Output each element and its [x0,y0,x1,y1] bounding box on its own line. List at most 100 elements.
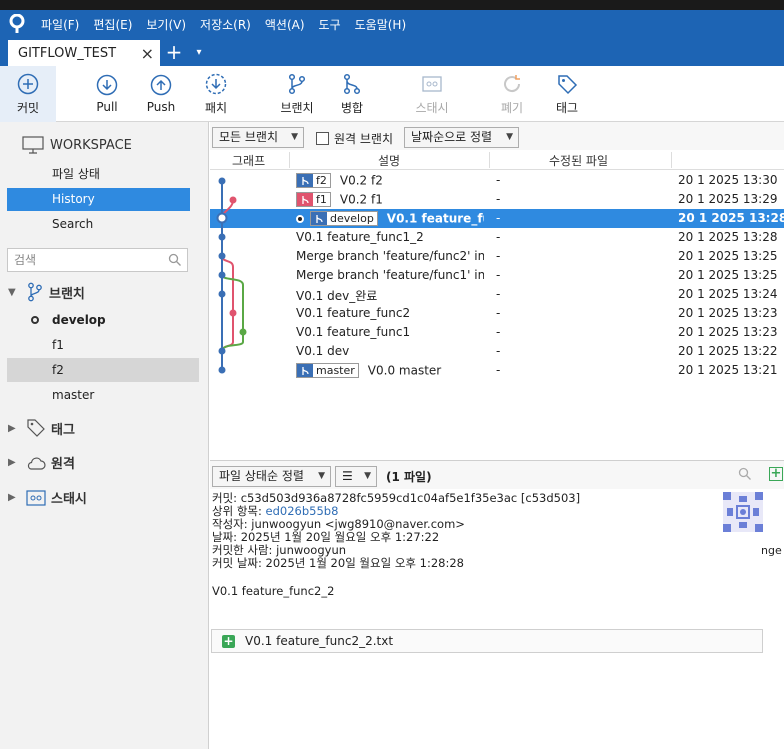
table-row[interactable]: V0.1 feature_func1_2 - 20 1 2025 13:28 [210,228,784,247]
commit-changes: - [496,325,501,339]
sidebar-item-branch-f1[interactable]: f1 [7,333,199,357]
table-row[interactable]: V0.1 dev_완료 - 20 1 2025 13:24 [210,285,784,304]
sidebar-item-branch-develop[interactable]: develop [7,308,199,332]
sort-dropdown[interactable]: 날짜순으로 정렬 ▼ [404,127,519,148]
menu-file[interactable]: 파일(F) [34,16,86,33]
remotes-label: 원격 [51,457,75,472]
section-tags[interactable]: ▶ 태그 [8,418,75,438]
table-row[interactable]: V0.1 feature_func2 - 20 1 2025 13:23 [210,304,784,323]
commit-description: develop V0.1 feature_func2_2 [296,211,484,226]
commit-button[interactable]: 커밋 [0,66,56,122]
tag-label: 태그 [555,100,579,115]
table-row[interactable]: Merge branch 'feature/func2' into develo… [210,247,784,266]
search-icon [168,253,181,266]
commit-graph [216,177,247,374]
column-divider[interactable] [671,152,672,168]
graph-node [229,309,237,317]
section-remotes[interactable]: ▶ 원격 [8,453,75,472]
sidebar-item-file-status[interactable]: 파일 상태 [7,163,190,186]
column-divider[interactable] [289,152,290,168]
branch-ref-badge: f1 [296,192,331,207]
graph-line-func1 [221,255,234,352]
sidebar-item-search[interactable]: Search [7,213,190,236]
stage-plus-icon[interactable]: + [769,467,783,481]
menu-tools[interactable]: 도구 [312,16,348,33]
discard-icon [504,74,521,92]
branch-filter-dropdown[interactable]: 모든 브랜치 ▼ [212,127,304,148]
push-icon [150,74,172,96]
monitor-icon [22,136,44,154]
stash-label: 스태시 [415,100,449,115]
changed-file-item[interactable]: + V0.1 feature_func2_2.txt [211,629,763,653]
workspace-label: WORKSPACE [50,137,132,153]
close-icon[interactable]: × [141,44,154,63]
menu-repository[interactable]: 저장소(R) [193,16,258,33]
table-row[interactable]: f1 V0.2 f1 - 20 1 2025 13:29 [210,190,784,209]
truncated-text: nge [761,544,782,557]
tag-button[interactable]: 태그 [539,66,595,122]
sidebar-item-branch-master[interactable]: master [7,383,199,407]
remote-branches-checkbox[interactable]: 원격 브랜치 [316,130,393,147]
commit-date: 20 1 2025 13:24 [678,287,778,301]
commit-detail-panel: 파일 상태순 정렬 ▼ ☰ ▼ (1 파일) + 커밋: c53d503d936… [210,460,784,749]
add-tab-button[interactable]: + [160,40,188,66]
tab-repository[interactable]: GITFLOW_TEST × [8,40,160,66]
search-icon[interactable] [738,467,752,481]
view-mode-dropdown[interactable]: ☰ ▼ [335,466,377,487]
discard-button[interactable]: 폐기 [484,66,540,122]
file-sort-dropdown[interactable]: 파일 상태순 정렬 ▼ [212,466,331,487]
section-stashes[interactable]: ▶ 스태시 [8,488,87,507]
commit-description: V0.1 feature_func2 [296,306,411,320]
column-graph[interactable]: 그래프 [232,152,265,169]
detail-toolbar: 파일 상태순 정렬 ▼ ☰ ▼ (1 파일) + [210,461,784,489]
menu-edit[interactable]: 편집(E) [86,16,139,33]
sidebar-search-input[interactable]: 검색 [7,248,188,272]
added-file-icon: + [222,633,235,648]
commit-description: Merge branch 'feature/func2' into develo… [296,249,484,263]
branch-name: f2 [52,363,64,377]
column-changes[interactable]: 수정된 파일 [549,152,608,169]
menu-actions[interactable]: 액션(A) [258,16,312,33]
column-divider[interactable] [489,152,490,168]
parent-hash-link[interactable]: ed026b55b8 [266,504,339,518]
stash-icon [422,75,442,92]
chevron-down-icon: ▼ [318,471,325,481]
remote-branches-label: 원격 브랜치 [334,132,394,146]
parent-label: 상위 항목: [212,504,266,518]
fetch-label: 패치 [204,100,228,115]
graph-node [218,233,226,241]
tag-icon [558,74,578,94]
tab-menu-button[interactable]: ▾ [188,40,210,66]
push-button[interactable]: Push [133,66,189,122]
chevron-down-icon: ▼ [506,132,513,142]
commit-date: 20 1 2025 13:29 [678,192,778,206]
sidebar-item-history[interactable]: History [7,188,190,211]
branch-name: f1 [52,338,64,352]
table-row[interactable]: V0.1 dev - 20 1 2025 13:22 [210,342,784,361]
commit-list: f2 V0.2 f2 - 20 1 2025 13:30 f1 V0.2 f1 … [210,171,784,459]
section-branches[interactable]: ▼ 브랜치 [8,282,85,302]
table-row[interactable]: f2 V0.2 f2 - 20 1 2025 13:30 [210,171,784,190]
fetch-button[interactable]: 패치 [188,66,244,122]
table-row-selected[interactable]: develop V0.1 feature_func2_2 - 20 1 2025… [210,209,784,228]
commit-date: 20 1 2025 13:25 [678,249,778,263]
table-row[interactable]: V0.1 feature_func1 - 20 1 2025 13:23 [210,323,784,342]
workspace-header: WORKSPACE [22,136,132,154]
commit-changes: - [496,173,501,187]
stash-button[interactable]: 스태시 [404,66,460,122]
branch-button[interactable]: 브랜치 [269,66,325,122]
branch-icon [28,282,42,302]
merge-button[interactable]: 병합 [324,66,380,122]
table-row[interactable]: master V0.0 master - 20 1 2025 13:21 [210,361,784,380]
menu-help[interactable]: 도움말(H) [348,16,414,33]
menu-view[interactable]: 보기(V) [139,16,193,33]
sidebar-item-branch-f2[interactable]: f2 [7,358,199,382]
commit-date: 20 1 2025 13:28 [678,230,778,244]
branch-icon [297,193,313,206]
pull-button[interactable]: Pull [79,66,135,122]
branch-filter-value: 모든 브랜치 [219,130,279,144]
table-row[interactable]: Merge branch 'feature/func1' into develo… [210,266,784,285]
file-sort-value: 파일 상태순 정렬 [219,469,304,483]
checkbox-box[interactable] [316,132,329,145]
column-description[interactable]: 설명 [378,152,400,169]
